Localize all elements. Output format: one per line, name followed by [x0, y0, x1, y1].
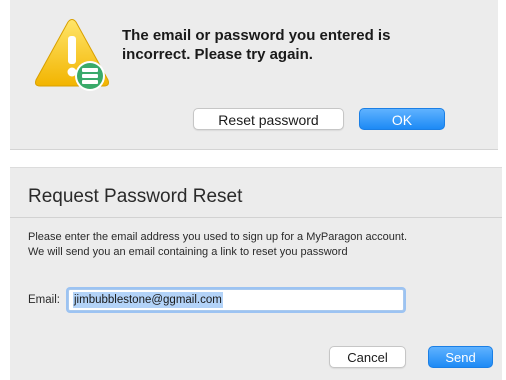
email-label: Email: [28, 294, 60, 306]
dialog-instructions: Please enter the email address you used … [28, 230, 490, 260]
instructions-line-1: Please enter the email address you used … [28, 231, 408, 243]
error-alert: The email or password you entered is inc… [10, 0, 498, 150]
title-divider [10, 217, 502, 218]
instructions-line-2: We will send you an email containing a l… [28, 246, 348, 258]
alert-message: The email or password you entered is inc… [122, 27, 391, 63]
email-field[interactable]: jimbubblestone@ggmail.com [68, 289, 404, 311]
dialog-title: Request Password Reset [28, 186, 243, 207]
email-value[interactable]: jimbubblestone@ggmail.com [73, 292, 223, 308]
screenshot-page: The email or password you entered is inc… [0, 0, 506, 380]
send-button[interactable]: Send [428, 346, 493, 368]
warning-icon [35, 19, 109, 91]
reset-password-button[interactable]: Reset password [193, 108, 344, 130]
cancel-button[interactable]: Cancel [329, 346, 406, 368]
request-password-reset-dialog: Request Password Reset Please enter the … [10, 167, 502, 380]
ok-button[interactable]: OK [359, 108, 445, 130]
database-icon [75, 61, 105, 91]
